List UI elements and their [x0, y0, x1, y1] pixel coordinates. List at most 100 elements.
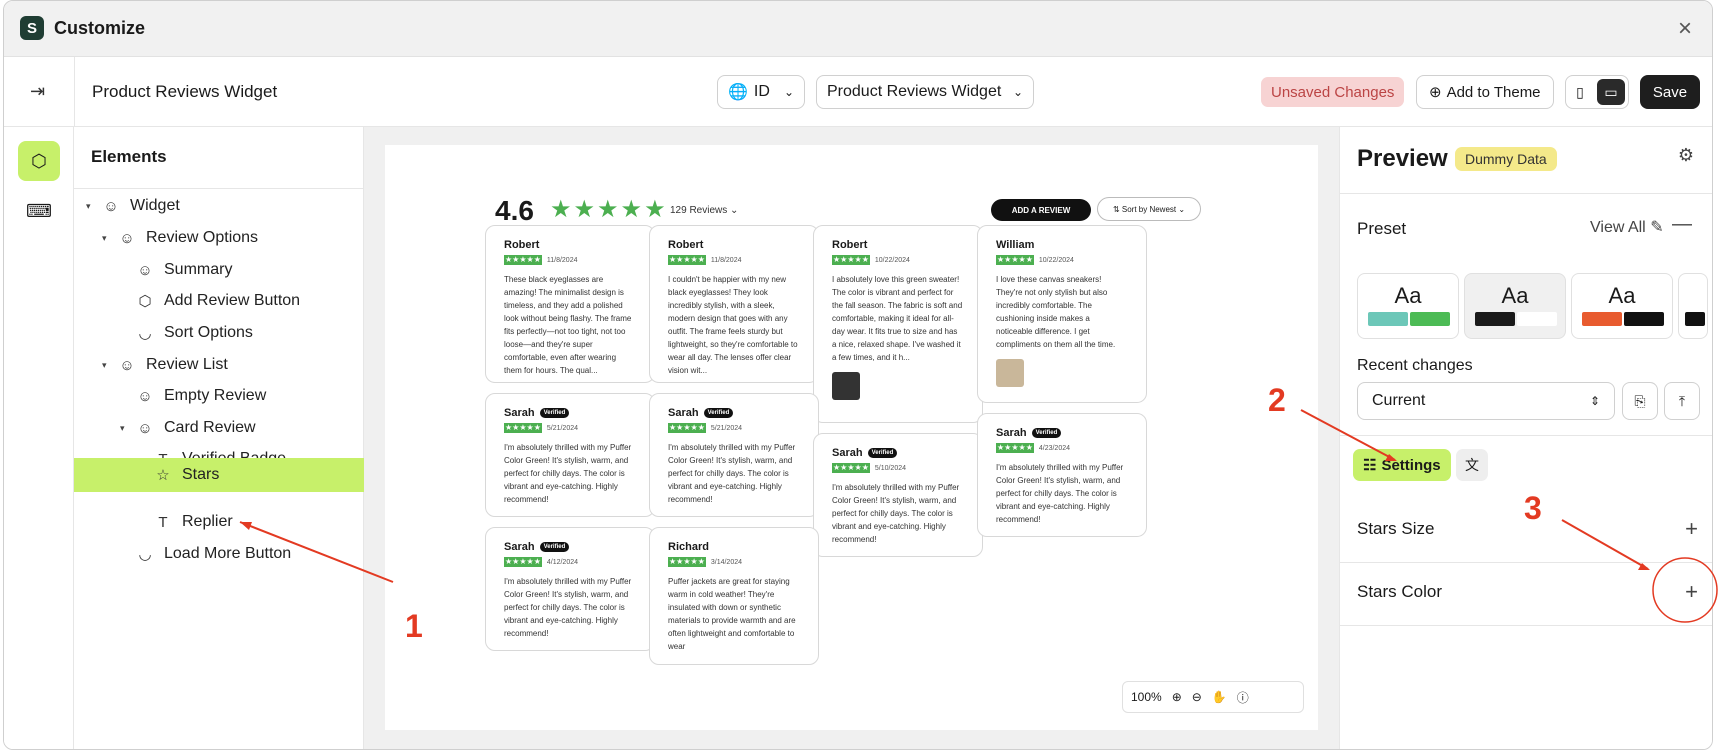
stars-icon: ★★★★★ — [504, 423, 542, 433]
tree-label: Card Review — [164, 419, 256, 436]
hand-icon[interactable]: ✋ — [1212, 690, 1227, 704]
tree-item-sort-options[interactable]: ◡ Sort Options — [74, 316, 364, 350]
tree-label: Replier — [182, 513, 233, 530]
review-text: I couldn't be happier with my new black … — [668, 275, 798, 375]
caret-icon[interactable]: ▾ — [120, 423, 128, 434]
review-card[interactable]: Sarah Verified ★★★★★ 4/23/2024 I'm absolut… — [977, 413, 1147, 537]
review-photo[interactable] — [996, 359, 1024, 387]
desktop-icon[interactable]: ▭ — [1597, 79, 1625, 105]
review-card[interactable]: Sarah Verified ★★★★★ 5/10/2024 I'm absolut… — [813, 433, 983, 557]
caret-icon[interactable]: ▾ — [102, 360, 110, 371]
zoom-out-icon[interactable]: ⊖ — [1192, 690, 1202, 704]
unsaved-changes-badge: Unsaved Changes — [1261, 77, 1405, 107]
review-card[interactable]: Sarah Verified ★★★★★ 5/21/2024 I'm absolut… — [485, 393, 655, 517]
text-icon: T — [158, 513, 168, 531]
tree-item-summary[interactable]: ☺ Summary — [74, 253, 364, 287]
preset-swatch[interactable] — [1678, 273, 1708, 339]
plus-icon[interactable]: + — [1685, 579, 1698, 605]
review-text: Puffer jackets are great for staying war… — [668, 577, 796, 651]
widget-select-value: Product Reviews Widget — [827, 83, 1002, 100]
review-card[interactable]: Robert ★★★★★ 11/8/2024 I couldn't be happ… — [649, 225, 819, 383]
stars-icon: ★★★★★ — [832, 463, 870, 473]
stars-icon: ★★★★★ — [504, 557, 542, 567]
stars-color-row[interactable]: Stars Color + — [1340, 558, 1712, 626]
add-to-theme-button[interactable]: ⊕ Add to Theme — [1416, 75, 1554, 109]
review-card[interactable]: Robert ★★★★★ 10/22/2024 I absolutely love… — [813, 225, 983, 423]
review-text: I'm absolutely thrilled with my Puffer C… — [832, 483, 960, 544]
tree-label: Add Review Button — [164, 292, 301, 309]
help-icon[interactable]: ⓘ — [1237, 689, 1249, 706]
edit-icon: ✎ — [1650, 219, 1664, 236]
review-card[interactable]: Richard ★★★★★ 3/14/2024 Puffer jackets ar… — [649, 527, 819, 665]
review-photo[interactable] — [832, 372, 860, 400]
view-all-link[interactable]: View All ✎ — [1590, 217, 1664, 237]
stars-icon: ★★★★★ — [668, 423, 706, 433]
mobile-icon[interactable]: ▯ — [1566, 76, 1594, 108]
review-text: I'm absolutely thrilled with my Puffer C… — [504, 443, 632, 504]
preset-swatch[interactable]: Aa — [1464, 273, 1566, 339]
close-icon[interactable]: × — [1678, 15, 1692, 43]
tree-item-empty-review[interactable]: ☺ Empty Review — [74, 379, 364, 413]
tree-label: Widget — [130, 197, 180, 214]
preset-swatch[interactable]: Aa — [1571, 273, 1673, 339]
tree-item-load-more-button[interactable]: ◡ Load More Button — [74, 537, 364, 571]
preview-title: Preview — [1357, 145, 1448, 172]
export-icon[interactable]: ⤒ — [1664, 382, 1700, 420]
review-card[interactable]: Sarah Verified ★★★★★ 4/12/2024 I'm absolut… — [485, 527, 655, 651]
language-select[interactable]: 🌐 ID ⌄ — [717, 75, 805, 109]
review-card[interactable]: William ★★★★★ 10/22/2024 I love these can… — [977, 225, 1147, 403]
reviewer-name: Sarah — [504, 407, 535, 419]
swatch-label: Aa — [1608, 283, 1636, 308]
verified-badge: Verified — [1031, 428, 1062, 438]
star-icon: ☆ — [156, 467, 170, 484]
reviewer-name: Sarah — [668, 407, 699, 419]
app-logo-icon: S — [20, 16, 44, 40]
row-label: Stars Size — [1357, 518, 1435, 538]
tree-item-replier[interactable]: T Replier — [74, 505, 364, 539]
component-icon: ☺ — [103, 197, 119, 215]
reviewer-name: Sarah — [832, 447, 863, 459]
dropdown-icon: ◡ — [138, 325, 152, 342]
review-count[interactable]: 129 Reviews ⌄ — [670, 205, 738, 216]
review-card[interactable]: Sarah Verified ★★★★★ 5/21/2024 I'm absolut… — [649, 393, 819, 517]
sort-select[interactable]: ⇅ Sort by Newest ⌄ — [1097, 197, 1201, 221]
save-button[interactable]: Save — [1640, 75, 1700, 109]
review-date: 11/8/2024 — [710, 256, 742, 264]
collapse-icon[interactable]: — — [1672, 213, 1692, 236]
review-date: 5/21/2024 — [710, 424, 743, 432]
translate-icon: 文 — [1465, 457, 1479, 473]
zoom-level: 100% — [1131, 690, 1162, 704]
tree-item-card-review[interactable]: ▾ ☺ Card Review — [74, 411, 364, 445]
dummy-data-badge: Dummy Data — [1455, 147, 1557, 171]
caret-icon[interactable]: ▾ — [86, 201, 94, 212]
preset-swatch[interactable]: Aa — [1357, 273, 1459, 339]
tree-item-stars[interactable]: ☆ Stars — [74, 458, 364, 492]
annotation-number: 3 — [1524, 490, 1542, 526]
exit-icon[interactable]: ⇥ — [30, 81, 45, 102]
component-icon: ☺ — [119, 356, 135, 374]
tree-item-widget[interactable]: ▾ ☺ Widget — [74, 189, 364, 223]
widget-select[interactable]: Product Reviews Widget ⌄ — [816, 75, 1034, 109]
tab-translate[interactable]: 文 — [1456, 449, 1488, 481]
tree-item-add-review-button[interactable]: ⬡ Add Review Button — [74, 284, 364, 318]
import-icon[interactable]: ⎘ — [1622, 382, 1658, 420]
review-card[interactable]: Robert ★★★★★ 11/8/2024 These black eyegla… — [485, 225, 655, 383]
language-value: ID — [753, 83, 770, 100]
caret-icon[interactable]: ▾ — [102, 233, 110, 244]
plus-icon[interactable]: + — [1685, 516, 1698, 542]
code-terminal-icon[interactable]: ⌨ — [18, 191, 60, 231]
recent-changes-select[interactable]: Current ⇕ — [1357, 382, 1615, 420]
elements-cube-icon[interactable]: ⬡ — [18, 141, 60, 181]
review-date: 5/21/2024 — [546, 424, 579, 432]
gear-icon[interactable]: ⚙ — [1678, 145, 1694, 166]
zoom-in-icon[interactable]: ⊕ — [1172, 690, 1182, 704]
sliders-icon: ☷ — [1363, 457, 1377, 474]
verified-badge: Verified — [539, 542, 570, 552]
annotation-number: 1 — [405, 608, 423, 644]
tab-settings[interactable]: ☷ Settings — [1353, 449, 1451, 481]
stars-icon: ★★★★★ — [668, 255, 706, 265]
tree-item-review-options[interactable]: ▾ ☺ Review Options — [74, 221, 364, 255]
tree-item-review-list[interactable]: ▾ ☺ Review List — [74, 348, 364, 382]
component-icon: ☺ — [137, 261, 153, 279]
add-review-button[interactable]: ADD A REVIEW — [991, 199, 1091, 221]
